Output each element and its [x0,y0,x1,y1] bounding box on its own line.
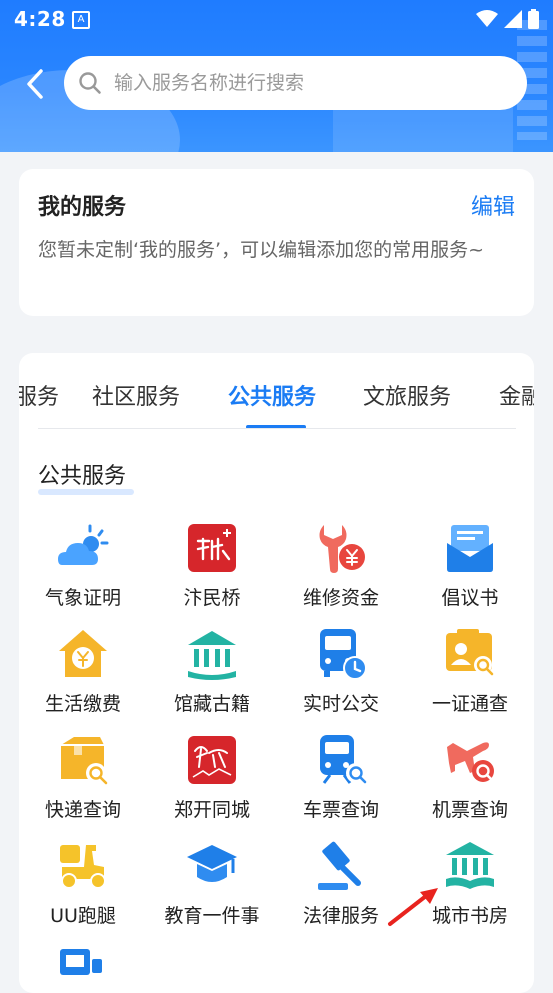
service-flight-ticket[interactable]: 机票查询 [406,733,534,833]
signal-icon [504,10,522,28]
my-service-card: 我的服务 编辑 您暂未定制‘我的服务’，可以编辑添加您的常用服务~ [19,169,534,316]
service-label: 机票查询 [431,799,508,821]
service-zhengkai[interactable]: 郑开同城 [148,733,276,833]
service-label: 实时公交 [302,693,379,715]
plane-search-icon [447,742,494,782]
service-express-query[interactable]: 快递查询 [19,733,147,833]
service-realtime-bus[interactable]: 实时公交 [277,627,405,727]
train-search-icon [320,735,367,784]
package-search-icon [61,737,108,785]
back-button[interactable] [18,64,52,104]
notification-icon: A [72,11,90,29]
service-id-check[interactable]: 一证通查 [406,627,534,727]
weather-icon [58,524,109,565]
status-indicators [476,9,539,29]
category-tabs: 服务 社区服务 公共服务 文旅服务 金融 [19,371,534,429]
service-education[interactable]: 教育一件事 [148,839,276,939]
service-repair-fund[interactable]: 维修资金 [277,521,405,621]
repair-fund-icon [319,525,365,573]
library-book-icon [446,842,494,889]
public-service-card: 服务 社区服务 公共服务 文旅服务 金融 公共服务 气象证明 汴民桥 维修资金 … [19,353,534,993]
service-uu-errand[interactable]: UU跑腿 [19,839,147,939]
gavel-icon [318,841,361,890]
service-label: 气象证明 [44,587,121,609]
bianminqiao-icon [188,524,236,572]
museum-icon [188,631,236,680]
search-box[interactable] [64,56,527,110]
service-life-payment[interactable]: 生活缴费 [19,627,147,727]
service-train-ticket[interactable]: 车票查询 [277,733,405,833]
id-card-search-icon [446,629,494,676]
service-label: 郑开同城 [173,799,250,821]
service-label: UU跑腿 [50,905,116,927]
battery-icon [528,9,539,29]
wifi-icon [476,10,498,27]
service-icon [60,949,102,975]
service-label: 维修资金 [302,587,379,609]
annotation-arrow-icon [388,888,438,926]
edit-button[interactable]: 编辑 [471,189,515,221]
tab-divider [38,428,516,429]
service-ancient-books[interactable]: 馆藏古籍 [148,627,276,727]
tab-service[interactable]: 服务 [19,379,59,411]
service-proposal[interactable]: 倡议书 [406,521,534,621]
service-label: 倡议书 [441,587,499,609]
chevron-left-icon [27,69,43,99]
home-payment-icon [59,630,107,677]
zhengkai-icon [188,736,236,784]
service-bianminqiao[interactable]: 汴民桥 [148,521,276,621]
status-time: 4:28 [14,7,66,31]
my-service-description: 您暂未定制‘我的服务’，可以编辑添加您的常用服务~ [38,239,485,261]
service-label: 教育一件事 [164,905,260,927]
service-label: 汴民桥 [183,587,241,609]
my-service-title: 我的服务 [38,195,127,220]
service-label: 一证通查 [431,693,508,715]
scooter-icon [60,845,106,889]
graduation-cap-icon [187,845,237,882]
tab-finance[interactable]: 金融 [499,379,534,411]
bus-icon [320,629,367,680]
service-partial[interactable] [19,945,147,993]
service-weather[interactable]: 气象证明 [19,521,147,621]
search-input[interactable] [112,71,496,95]
service-label: 快递查询 [44,799,121,821]
service-label: 车票查询 [302,799,379,821]
status-bar: 4:28 A [0,0,553,38]
tab-culture-travel-service[interactable]: 文旅服务 [363,379,451,411]
search-icon [76,69,104,97]
tab-public-service[interactable]: 公共服务 [228,379,316,411]
service-label: 生活缴费 [44,693,121,715]
section-title: 公共服务 [38,464,127,489]
mail-icon [447,525,493,572]
tab-community-service[interactable]: 社区服务 [92,379,180,411]
service-label: 馆藏古籍 [173,693,250,715]
